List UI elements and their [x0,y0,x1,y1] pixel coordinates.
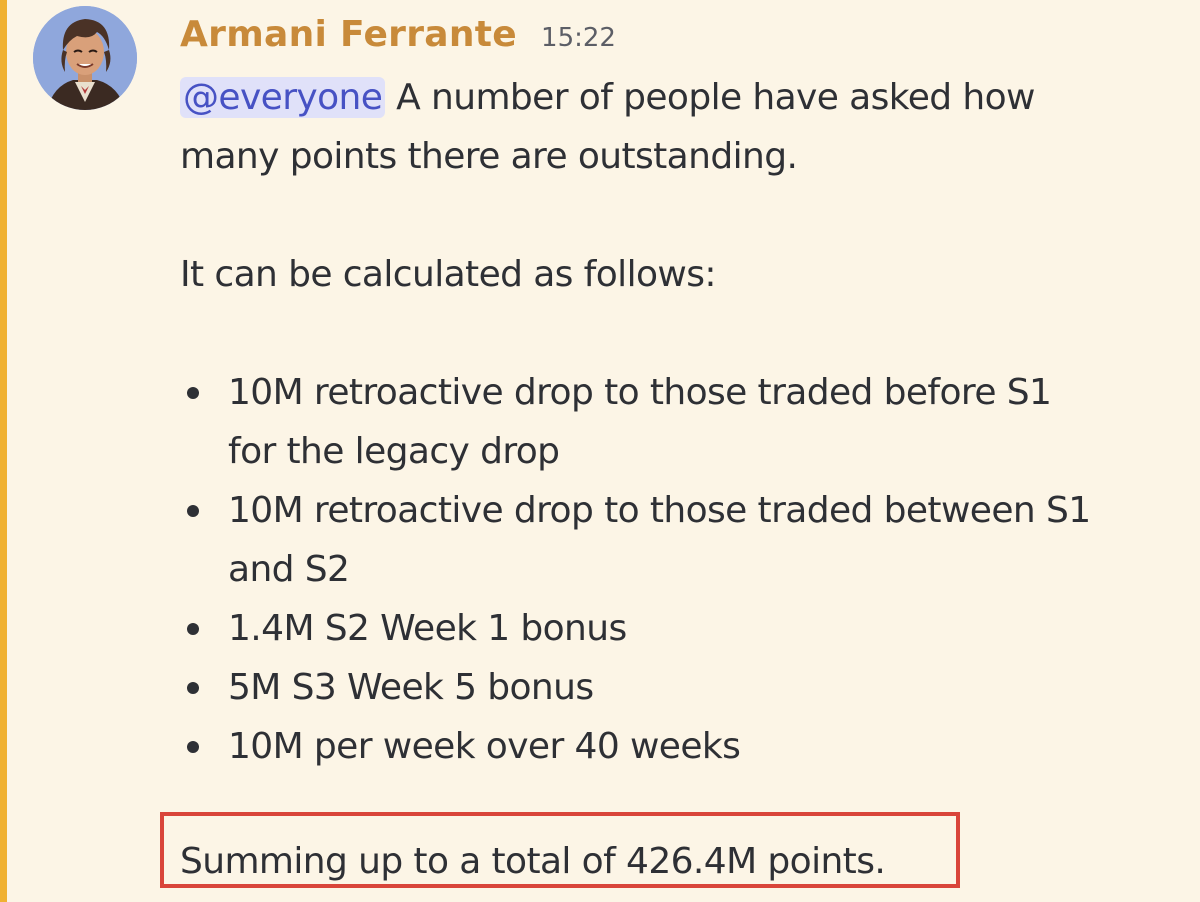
message-header: Armani Ferrante 15:22 [180,14,616,64]
bullet-icon [187,623,199,635]
list-item: 10M retroactive drop to those traded bet… [180,481,1180,599]
bullet-icon [187,505,199,517]
bullet-icon [187,387,199,399]
bullet-icon [187,682,199,694]
avatar[interactable] [33,6,137,110]
list-item-text: for the legacy drop [228,431,560,472]
list-item-text: 10M retroactive drop to those traded bef… [228,372,1052,413]
author-name[interactable]: Armani Ferrante [180,14,517,55]
intro-text: A number of people have asked how [385,77,1035,118]
list-item-text: 10M per week over 40 weeks [228,726,741,767]
message-timestamp[interactable]: 15:22 [541,23,616,53]
list-item: 10M retroactive drop to those traded bef… [180,363,1180,481]
list-item-text: and S2 [228,549,350,590]
avatar-icon [33,6,137,110]
list-item: 1.4M S2 Week 1 bonus [180,599,1180,658]
message-line: many points there are outstanding. [180,136,798,177]
list-item: 10M per week over 40 weeks [180,717,1180,776]
summary-text: Summing up to a total of 426.4M points. [180,841,886,882]
bullet-icon [187,741,199,753]
list-item-text: 10M retroactive drop to those traded bet… [228,490,1091,531]
mention-highlight-bar [0,0,7,902]
calc-intro: It can be calculated as follows: [180,254,717,295]
list-item: 5M S3 Week 5 bonus [180,658,1180,717]
list-item-text: 5M S3 Week 5 bonus [228,667,594,708]
list-item-text: 1.4M S2 Week 1 bonus [228,608,627,649]
message-line: @everyone A number of people have asked … [180,68,1180,127]
everyone-mention[interactable]: @everyone [180,77,386,118]
message-body: @everyone A number of people have asked … [180,68,1180,776]
points-breakdown-list: 10M retroactive drop to those traded bef… [180,363,1180,776]
